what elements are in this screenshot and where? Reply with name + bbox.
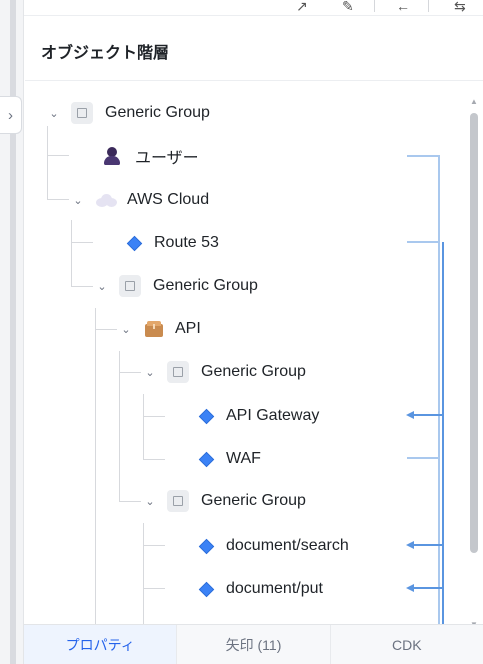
tree-node-api[interactable]: ⌄ API xyxy=(119,314,201,344)
tree-connector xyxy=(119,501,141,502)
toolbar-separator xyxy=(428,0,429,12)
user-icon xyxy=(103,147,121,165)
node-label: API Gateway xyxy=(226,407,320,424)
tree-node-waf[interactable]: WAF xyxy=(197,444,261,474)
tree-connector xyxy=(143,459,165,460)
tab-arrows[interactable]: 矢印 (11) xyxy=(177,625,331,664)
tree-node-generic-group[interactable]: ⌄ Generic Group xyxy=(47,98,210,128)
tree-connector xyxy=(71,286,93,287)
tree-connector xyxy=(47,155,69,156)
tab-cdk[interactable]: CDK xyxy=(331,625,483,664)
tree-connector xyxy=(143,416,165,417)
node-label: Route 53 xyxy=(154,234,219,251)
tree-connector xyxy=(119,372,141,373)
bottom-tabs: プロパティ 矢印 (11) CDK xyxy=(24,624,483,664)
swap-icon[interactable]: ⇆ xyxy=(454,0,466,15)
diamond-icon xyxy=(126,235,143,251)
chevron-down-icon[interactable]: ⌄ xyxy=(95,280,109,293)
expand-panel-button[interactable]: › xyxy=(0,96,22,134)
diamond-icon xyxy=(198,451,215,467)
tree-node-user[interactable]: ユーザー xyxy=(101,141,199,171)
tree-connector xyxy=(143,545,165,546)
object-tree: ⌄ Generic Group ユーザー ⌄ AWS Cloud Route 5… xyxy=(25,81,465,624)
tab-properties[interactable]: プロパティ xyxy=(24,625,178,664)
node-label: API xyxy=(175,320,201,337)
tree-connector xyxy=(71,220,72,287)
node-label: WAF xyxy=(226,450,261,467)
tree-node-generic-group[interactable]: ⌄ Generic Group xyxy=(143,486,306,516)
scroll-up-icon[interactable]: ▲ xyxy=(469,97,479,107)
edit-icon[interactable]: ✎ xyxy=(342,0,354,15)
tree-connector xyxy=(95,308,96,624)
toolbar: ↗ ✎ ← ⇆ xyxy=(24,0,483,16)
node-label: ユーザー xyxy=(135,150,199,167)
diamond-icon xyxy=(198,581,215,597)
toolbar-separator xyxy=(374,0,375,12)
tree-node-partial xyxy=(197,617,226,624)
group-icon xyxy=(167,490,189,512)
chevron-down-icon[interactable]: ⌄ xyxy=(143,366,157,379)
arrow-left-icon[interactable]: ← xyxy=(396,0,410,14)
node-label: Generic Group xyxy=(153,277,258,294)
node-label: Generic Group xyxy=(105,104,210,121)
panel-title: オブジェクト階層 xyxy=(41,45,170,62)
node-label: Generic Group xyxy=(201,363,306,380)
chevron-down-icon[interactable]: ⌄ xyxy=(119,323,133,336)
chevron-down-icon[interactable]: ⌄ xyxy=(47,107,61,120)
diamond-icon xyxy=(198,538,215,554)
tree-connector xyxy=(47,199,69,200)
tree-connector xyxy=(143,523,144,624)
node-label: document/put xyxy=(226,580,323,597)
group-icon xyxy=(167,361,189,383)
chevron-down-icon[interactable]: ⌄ xyxy=(143,495,157,508)
object-hierarchy-panel: オブジェクト階層 ⌄ Generic Group ユーザー ⌄ AWS Clou… xyxy=(25,17,483,664)
tree-node-generic-group[interactable]: ⌄ Generic Group xyxy=(95,271,258,301)
redo-icon[interactable]: ↗ xyxy=(296,0,308,15)
node-label: Generic Group xyxy=(201,492,306,509)
tree-node-generic-group[interactable]: ⌄ Generic Group xyxy=(143,357,306,387)
chevron-right-icon: › xyxy=(8,106,13,124)
tree-node-document-search[interactable]: document/search xyxy=(197,531,349,561)
group-icon xyxy=(119,275,141,297)
tree-node-route53[interactable]: Route 53 xyxy=(125,228,219,258)
tree-connector xyxy=(143,394,144,460)
tree-node-aws-cloud[interactable]: ⌄ AWS Cloud xyxy=(71,185,209,215)
tree-connector xyxy=(95,329,117,330)
tree-connector xyxy=(47,126,48,200)
package-icon xyxy=(145,321,163,337)
tree-node-document-put[interactable]: document/put xyxy=(197,574,323,604)
scrollbar[interactable]: ▲ ▼ xyxy=(469,97,479,630)
group-icon xyxy=(71,102,93,124)
tree-connector xyxy=(119,351,120,501)
tree-connector xyxy=(143,588,165,589)
diamond-icon xyxy=(198,408,215,424)
tree-connector xyxy=(71,242,93,243)
chevron-down-icon[interactable]: ⌄ xyxy=(71,194,85,207)
cloud-icon xyxy=(95,193,117,207)
node-label: document/search xyxy=(226,537,349,554)
node-label: AWS Cloud xyxy=(127,191,210,208)
scroll-thumb[interactable] xyxy=(470,113,478,553)
tree-node-api-gateway[interactable]: API Gateway xyxy=(197,401,319,431)
